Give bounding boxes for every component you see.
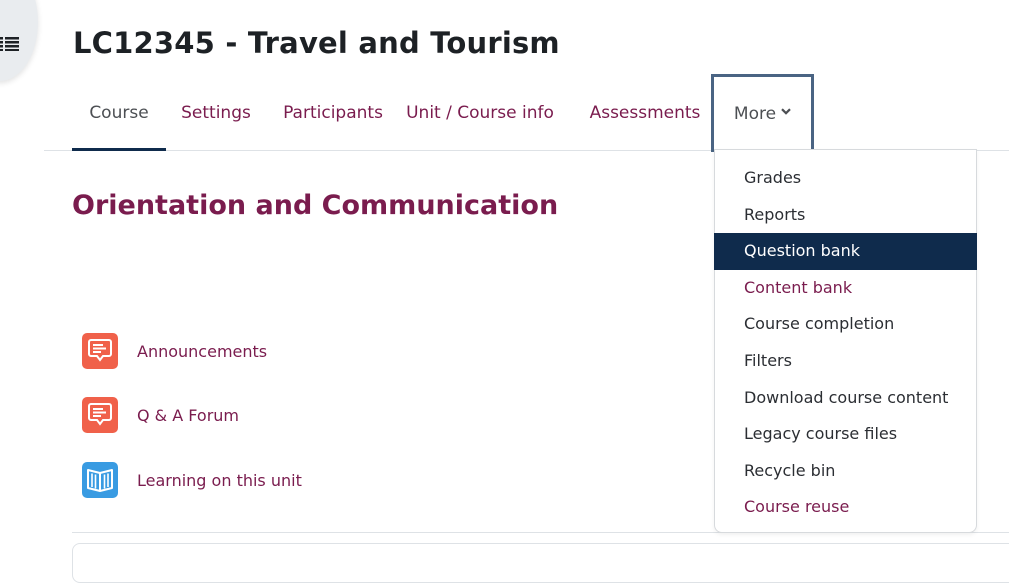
tab-label: Assessments bbox=[589, 103, 701, 123]
menu-item-filters[interactable]: Filters bbox=[715, 343, 976, 380]
menu-item-recycle-bin[interactable]: Recycle bin bbox=[715, 453, 976, 490]
tab-course[interactable]: Course bbox=[72, 75, 166, 151]
tab-more[interactable]: More bbox=[711, 74, 814, 152]
menu-item-grades[interactable]: Grades bbox=[715, 160, 976, 197]
activity-item[interactable]: Announcements bbox=[82, 333, 267, 369]
next-section-card bbox=[72, 543, 1009, 583]
tab-label: Unit / Course info bbox=[406, 103, 554, 123]
tab-label: Settings bbox=[181, 103, 251, 123]
menu-item-reports[interactable]: Reports bbox=[715, 197, 976, 234]
forum-icon bbox=[82, 397, 118, 433]
secondary-navigation: Course Settings Participants Unit / Cour… bbox=[44, 74, 1009, 152]
menu-item-course-completion[interactable]: Course completion bbox=[715, 306, 976, 343]
more-dropdown-menu: Grades Reports Question bank Content ban… bbox=[714, 149, 977, 533]
menu-item-legacy-course-files[interactable]: Legacy course files bbox=[715, 416, 976, 453]
tab-settings[interactable]: Settings bbox=[166, 75, 266, 149]
tab-participants[interactable]: Participants bbox=[272, 75, 394, 149]
activity-item[interactable]: Q & A Forum bbox=[82, 397, 239, 433]
tab-assessments[interactable]: Assessments bbox=[580, 75, 710, 149]
section-title: Orientation and Communication bbox=[72, 190, 559, 221]
activity-link[interactable]: Learning on this unit bbox=[137, 471, 302, 490]
tab-label: Participants bbox=[283, 103, 383, 123]
activity-link[interactable]: Announcements bbox=[137, 342, 267, 361]
activity-item[interactable]: Learning on this unit bbox=[82, 462, 302, 498]
forum-icon bbox=[82, 333, 118, 369]
activity-link[interactable]: Q & A Forum bbox=[137, 406, 239, 425]
course-index-toggle-button[interactable] bbox=[0, 0, 38, 81]
menu-item-question-bank[interactable]: Question bank bbox=[714, 233, 977, 270]
list-icon bbox=[0, 37, 19, 51]
page-title: LC12345 - Travel and Tourism bbox=[73, 26, 560, 60]
menu-item-content-bank[interactable]: Content bank bbox=[715, 270, 976, 307]
chevron-down-icon bbox=[781, 107, 791, 115]
menu-item-download-course-content[interactable]: Download course content bbox=[715, 380, 976, 417]
tab-label: More bbox=[733, 104, 777, 124]
book-icon bbox=[82, 462, 118, 498]
tab-unit-course-info[interactable]: Unit / Course info bbox=[402, 75, 558, 149]
menu-item-course-reuse[interactable]: Course reuse bbox=[715, 489, 976, 526]
tab-label: Course bbox=[89, 103, 149, 123]
